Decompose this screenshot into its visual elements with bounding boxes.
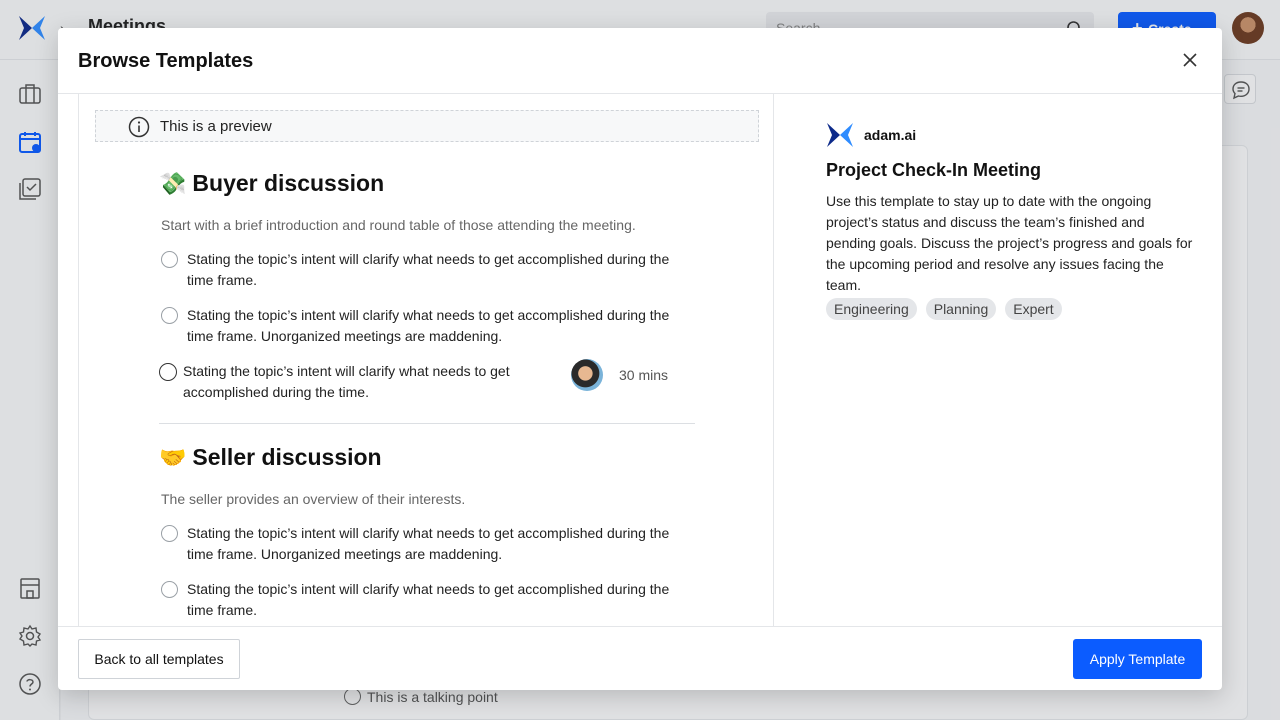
radio-icon[interactable] bbox=[161, 251, 178, 268]
talking-point-text: Stating the topic’s intent will clarify … bbox=[187, 251, 670, 288]
talking-point[interactable]: Stating the topic’s intent will clarify … bbox=[161, 523, 681, 565]
preview-banner-text: This is a preview bbox=[160, 117, 272, 135]
radio-icon[interactable] bbox=[159, 363, 177, 381]
duration-label: 30 mins bbox=[619, 367, 669, 383]
radio-icon[interactable] bbox=[161, 581, 178, 598]
section-title-seller: 🤝 Seller discussion bbox=[159, 444, 382, 471]
back-to-templates-button[interactable]: Back to all templates bbox=[78, 639, 240, 679]
modal-footer: Back to all templates Apply Template bbox=[58, 626, 1222, 690]
adam-logo-icon bbox=[827, 123, 853, 147]
talking-point[interactable]: Stating the topic’s intent will clarify … bbox=[161, 579, 681, 621]
talking-point-meta: 30 mins bbox=[571, 359, 668, 391]
section-title-text: Seller discussion bbox=[192, 444, 382, 470]
radio-icon[interactable] bbox=[161, 307, 178, 324]
modal-header: Browse Templates bbox=[58, 28, 1222, 94]
talking-point-text: Stating the topic’s intent will clarify … bbox=[187, 525, 670, 562]
brand-name: adam.ai bbox=[864, 127, 917, 143]
tag[interactable]: Engineering bbox=[826, 298, 917, 320]
money-with-wings-icon: 💸 bbox=[159, 170, 187, 196]
talking-point[interactable]: Stating the topic’s intent will clarify … bbox=[161, 305, 681, 347]
template-info-pane: adam.ai Project Check-In Meeting Use thi… bbox=[794, 94, 1222, 626]
talking-point[interactable]: Stating the topic’s intent will clarify … bbox=[161, 249, 681, 291]
section-description: The seller provides an overview of their… bbox=[161, 491, 466, 507]
modal-title: Browse Templates bbox=[78, 50, 254, 72]
tag[interactable]: Expert bbox=[1005, 298, 1062, 320]
section-title-text: Buyer discussion bbox=[192, 170, 385, 196]
template-description: Use this template to stay up to date wit… bbox=[826, 193, 1193, 293]
apply-template-button[interactable]: Apply Template bbox=[1073, 639, 1202, 679]
info-icon bbox=[128, 116, 150, 138]
section-divider bbox=[159, 423, 695, 424]
close-icon[interactable] bbox=[1180, 50, 1200, 70]
talking-point-text: Stating the topic’s intent will clarify … bbox=[187, 581, 670, 618]
talking-point-text: Stating the topic’s intent will clarify … bbox=[187, 307, 670, 344]
handshake-icon: 🤝 bbox=[159, 444, 187, 470]
template-title: Project Check-In Meeting bbox=[826, 160, 1042, 180]
section-description: Start with a brief introduction and roun… bbox=[161, 217, 636, 233]
browse-templates-modal: Browse Templates This is a preview 💸 Buy… bbox=[58, 28, 1222, 690]
tag[interactable]: Planning bbox=[925, 298, 997, 320]
talking-point-text: Stating the topic’s intent will clarify … bbox=[183, 363, 510, 400]
radio-icon[interactable] bbox=[161, 525, 178, 542]
template-preview-pane[interactable]: This is a preview 💸 Buyer discussion Sta… bbox=[78, 94, 774, 626]
template-tags: Engineering Planning Expert bbox=[826, 298, 1062, 320]
brand-row: adam.ai bbox=[826, 122, 916, 148]
presenter-avatar[interactable] bbox=[571, 359, 603, 391]
preview-banner: This is a preview bbox=[95, 110, 759, 142]
section-title-buyer: 💸 Buyer discussion bbox=[159, 170, 384, 197]
talking-point[interactable]: Stating the topic’s intent will clarify … bbox=[159, 361, 521, 403]
